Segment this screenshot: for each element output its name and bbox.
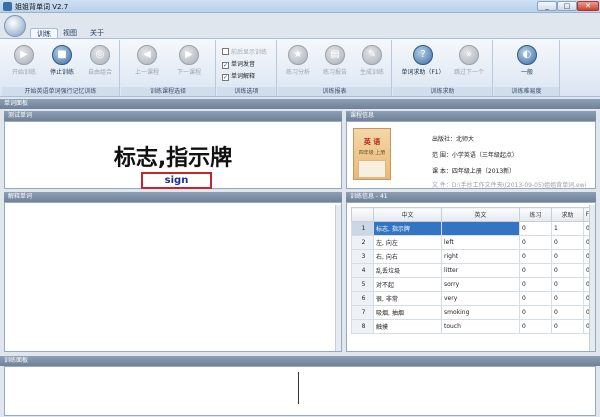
maximize-button[interactable]: □ (557, 1, 577, 11)
window-title: 姐姐背单词 V2.7 (15, 3, 69, 11)
table-row[interactable]: 8 触摸 touch 0 0 0 (351, 319, 592, 334)
group-label: 训练报表 (278, 87, 391, 96)
table-scrollbar[interactable] (589, 205, 595, 351)
group-course: ◀ 上一课程 ▶ 下一课程 训练课程选择 (121, 40, 216, 96)
table-row[interactable]: 4 乱丢垃圾 litter 0 0 0 (351, 263, 592, 278)
arrow-right-icon: ▶ (179, 45, 199, 65)
table-row[interactable]: 1 标志, 指示牌 0 1 0 (351, 221, 592, 236)
train-panel-header: 训练面板 (0, 356, 600, 366)
next-course-button[interactable]: ▶ 下一课程 (169, 43, 209, 85)
title-bar: 姐姐背单词 V2.7 _ □ ✕ (0, 0, 600, 13)
train-panel (4, 366, 596, 416)
difficulty-button[interactable]: ◐ 一般 (507, 43, 547, 85)
table-row[interactable]: 5 对不起 sorry 0 0 0 (351, 277, 592, 292)
course-range: 范 围：小学英语（三年级起点） (432, 152, 518, 159)
skip-icon: » (459, 45, 479, 65)
play-icon: ▶ (14, 45, 34, 65)
prev-course-button[interactable]: ◀ 上一课程 (127, 43, 167, 85)
column-header-english[interactable]: 英文 (441, 207, 520, 222)
report-icon: ▤ (325, 45, 345, 65)
course-publisher: 出版社：北师大 (432, 136, 475, 143)
table-row[interactable]: 2 左, 向左 left 0 0 0 (351, 235, 592, 250)
column-header-chinese[interactable]: 中文 (373, 207, 442, 222)
column-header-practice[interactable]: 练习 (519, 207, 552, 222)
minimize-button[interactable]: _ (537, 1, 557, 11)
help-icon: ? (413, 45, 433, 65)
explain-scrollbar[interactable] (335, 205, 341, 351)
table-row[interactable]: 6 很, 非常 very 0 0 0 (351, 291, 592, 306)
option-explanation[interactable]: ✓ 单词解释 (222, 72, 255, 81)
group-label: 训练难易度 (494, 87, 559, 96)
stop-icon: ■ (52, 45, 72, 65)
free-combo-button[interactable]: ◎ 自由组合 (80, 43, 120, 85)
test-word-chinese: 标志,指示牌 (113, 146, 233, 171)
group-label: 训练求助 (393, 87, 492, 96)
close-button[interactable]: ✕ (577, 1, 599, 11)
test-word-header: 测试单词 (4, 111, 342, 121)
table-row[interactable]: 7 吸烟, 抽烟 smoking 0 0 0 (351, 305, 592, 320)
group-report: ★ 练习分析 ▤ 练习报告 ✎ 生成训练 训练报表 (278, 40, 392, 96)
skip-next-button[interactable]: » 跳过下一个 (449, 43, 489, 85)
checkbox[interactable] (222, 48, 229, 55)
option-pronunciation[interactable]: ✓ 单词发音 (222, 60, 255, 69)
column-header-help[interactable]: 求助 (551, 207, 584, 222)
column-header (351, 207, 374, 222)
app-icon (3, 2, 12, 11)
arrow-left-icon: ◀ (137, 45, 157, 65)
word-help-button[interactable]: ? 单词求助（F1） (399, 43, 447, 85)
course-volume: 课 本：四年级上册（2013新） (432, 168, 516, 175)
checkbox-checked[interactable]: ✓ (222, 62, 229, 69)
generate-training-button[interactable]: ✎ 生成训练 (352, 43, 392, 85)
group-help: ? 单词求助（F1） » 跳过下一个 训练求助 (393, 40, 493, 96)
checkbox-checked[interactable]: ✓ (222, 74, 229, 81)
group-label: 开始英语单词强行记忆训练 (2, 87, 119, 96)
train-info-header: 训练信息 - 41 (346, 192, 596, 202)
star-icon: ★ (288, 45, 308, 65)
stop-training-button[interactable]: ■ 停止训练 (42, 43, 82, 85)
generate-icon: ✎ (362, 45, 382, 65)
group-label: 训练选项 (217, 87, 276, 96)
start-training-button[interactable]: ▶ 开始训练 (4, 43, 44, 85)
group-start: ▶ 开始训练 ■ 停止训练 ◎ 自由组合 开始英语单词强行记忆训练 (2, 40, 120, 96)
textbook-cover-image: 英 语 四年级 上册 (353, 128, 391, 180)
practice-report-button[interactable]: ▤ 练习报告 (315, 43, 355, 85)
option-front-back-display[interactable]: 前后显示训练 (222, 48, 267, 57)
text-cursor (298, 372, 299, 404)
table-header-row: 中文 英文 练习 求助 F (351, 207, 592, 222)
ribbon: ▶ 开始训练 ■ 停止训练 ◎ 自由组合 开始英语单词强行记忆训练 ◀ 上一课程… (0, 38, 600, 97)
cover-illustration (358, 160, 386, 178)
word-panel-header: 单词面板 (0, 99, 600, 109)
ribbon-tabs: 训练 视图 关于 (0, 26, 600, 39)
course-file: 文 件：D:\手抄工作文件夹\(2013-09-05)姐姐背单词.ewi (432, 182, 587, 189)
train-info-panel: 中文 英文 练习 求助 F 1 标志, 指示牌 0 1 0 2 左, 向左 le… (346, 202, 596, 352)
app-menu-orb[interactable] (4, 15, 26, 37)
difficulty-icon: ◐ (517, 45, 537, 65)
explain-word-panel (4, 202, 342, 352)
group-label: 训练课程选择 (121, 87, 215, 96)
answer-input[interactable]: sign (141, 172, 212, 189)
group-difficulty: ◐ 一般 训练难易度 (494, 40, 560, 96)
practice-stats-button[interactable]: ★ 练习分析 (278, 43, 318, 85)
course-info-header: 课程信息 (346, 111, 596, 121)
test-word-panel: 标志,指示牌 sign (4, 121, 342, 189)
combo-icon: ◎ (90, 45, 110, 65)
words-table: 中文 英文 练习 求助 F 1 标志, 指示牌 0 1 0 2 左, 向左 le… (351, 207, 592, 334)
table-row[interactable]: 3 右, 向右 right 0 0 0 (351, 249, 592, 264)
course-info-panel: 英 语 四年级 上册 出版社：北师大 范 围：小学英语（三年级起点） 课 本：四… (346, 121, 596, 189)
explain-word-header: 解释单词 (4, 192, 342, 202)
